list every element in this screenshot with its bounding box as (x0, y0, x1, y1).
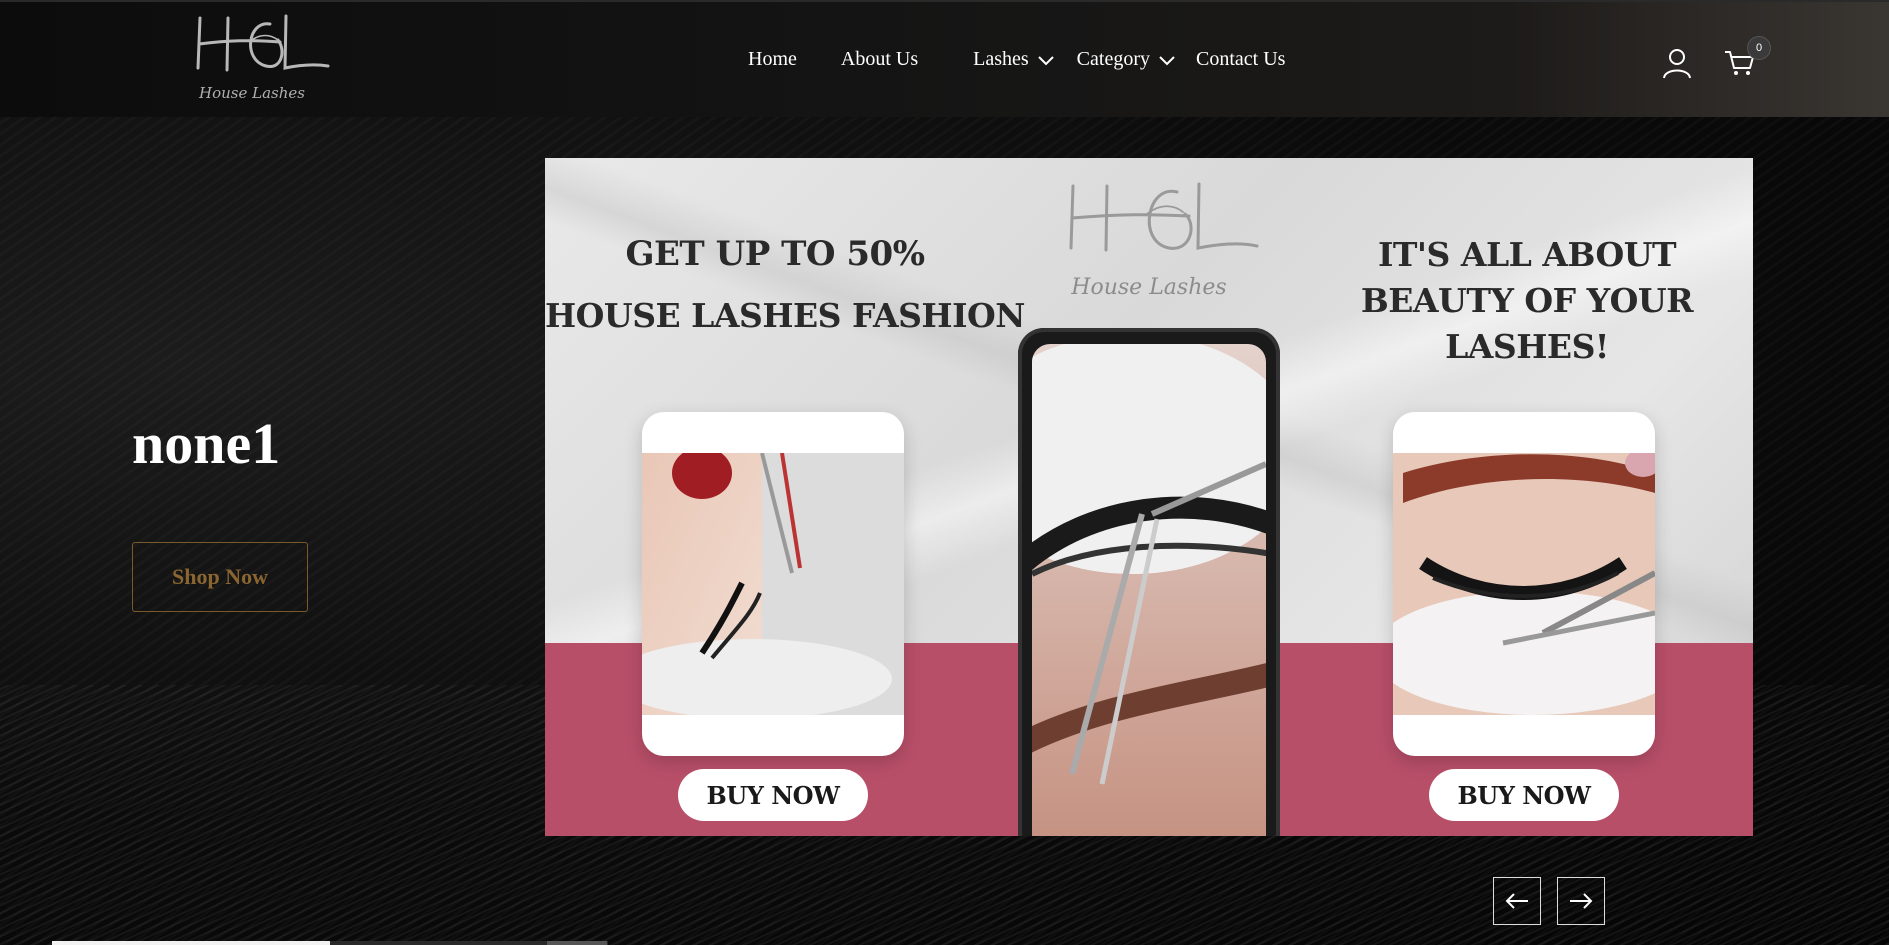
banner-logo-script: House Lashes (1070, 275, 1226, 300)
nav-lashes[interactable]: Lashes (973, 48, 1055, 71)
chevron-down-icon (1159, 55, 1175, 65)
logo-script-text: House Lashes (198, 84, 305, 102)
promo-banner[interactable]: GET UP TO 50% HOUSE LASHES FASHION IT'S … (545, 158, 1753, 836)
nav-contact-label: Contact Us (1195, 48, 1286, 70)
banner-logo: House Lashes (1069, 182, 1259, 300)
shop-now-button[interactable]: Shop Now (132, 542, 308, 612)
buy-now-button-left[interactable]: BUY NOW (678, 769, 868, 821)
promo-brand-text: HOUSE LASHES FASHION (545, 296, 1025, 335)
eye-closeup-photo (1032, 344, 1266, 836)
slider-progress-bar (52, 941, 608, 945)
main-nav: Home About Us Lashes Category Contact Us (748, 48, 1285, 71)
lash-application-photo (642, 453, 904, 715)
arrow-right-icon (1570, 893, 1593, 909)
slider-progress-marker (547, 941, 607, 945)
lash-extension-photo (1393, 453, 1655, 715)
promo-tagline-text: IT'S ALL ABOUT BEAUTY OF YOUR LASHES! (1360, 235, 1694, 366)
chevron-down-icon (1037, 55, 1054, 65)
brand-logo[interactable]: House Lashes (190, 10, 330, 110)
nav-category[interactable]: Category (1077, 48, 1176, 71)
product-card-left (642, 412, 904, 756)
promo-discount-text: GET UP TO 50% (625, 234, 925, 274)
nav-home-label: Home (748, 48, 797, 70)
arrow-left-icon (1505, 893, 1528, 909)
nav-about-us[interactable]: About Us (841, 48, 918, 71)
nav-category-label: Category (1076, 48, 1150, 70)
nav-about-label: About Us (840, 48, 919, 70)
phone-mockup (1018, 328, 1280, 836)
product-card-right (1393, 412, 1655, 756)
slider-prev-button[interactable] (1493, 877, 1541, 925)
slider-progress-fill (52, 941, 330, 945)
nav-lashes-label: Lashes (973, 48, 1029, 70)
cart-count-badge: 0 (1747, 36, 1771, 60)
nav-contact-us[interactable]: Contact Us (1196, 48, 1285, 71)
nav-home[interactable]: Home (748, 48, 797, 71)
promo-tagline: IT'S ALL ABOUT BEAUTY OF YOUR LASHES! (1301, 232, 1753, 370)
user-icon[interactable] (1661, 47, 1693, 79)
buy-now-button-right[interactable]: BUY NOW (1429, 769, 1619, 821)
hero-title: none1 (132, 411, 281, 476)
slider-next-button[interactable] (1557, 877, 1605, 925)
site-header: House Lashes Home About Us Lashes Catego… (0, 0, 1889, 117)
